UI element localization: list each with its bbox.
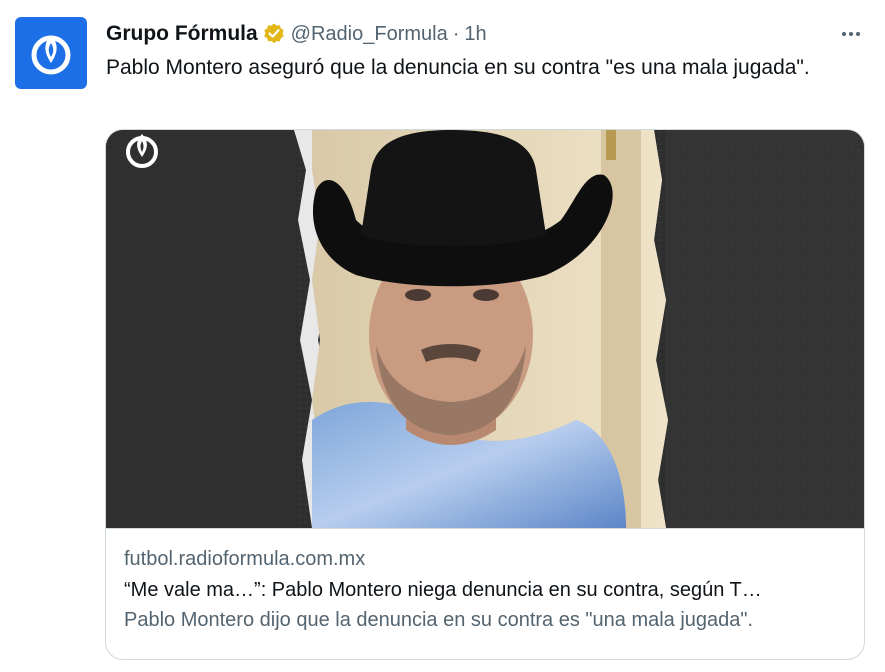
more-options-icon[interactable]	[836, 20, 866, 48]
more-dot	[849, 32, 853, 36]
author-name[interactable]: Grupo Fórmula	[106, 22, 258, 46]
card-description: Pablo Montero dijo que la denuncia en su…	[124, 609, 754, 631]
verified-badge-icon[interactable]	[262, 22, 286, 46]
tweet-header: Grupo Fórmula @Radio_Formula · 1h	[106, 20, 487, 48]
tweet-timestamp[interactable]: 1h	[464, 23, 486, 46]
tweet[interactable]: Grupo Fórmula @Radio_Formula · 1h Pablo …	[0, 0, 885, 672]
author-handle[interactable]: @Radio_Formula	[291, 23, 448, 46]
card-image[interactable]	[106, 130, 864, 528]
tweet-text: Pablo Montero aseguró que la denuncia en…	[106, 56, 810, 79]
separator-dot: ·	[452, 22, 460, 45]
more-dot	[842, 32, 846, 36]
link-card[interactable]: futbol.radioformula.com.mx “Me vale ma…”…	[105, 129, 865, 660]
card-domain: futbol.radioformula.com.mx	[124, 548, 366, 570]
grupo-formula-logo-icon	[31, 35, 71, 75]
card-title: “Me vale ma…”: Pablo Montero niega denun…	[124, 579, 762, 601]
more-dot	[856, 32, 860, 36]
card-info[interactable]: futbol.radioformula.com.mx “Me vale ma…”…	[106, 528, 864, 659]
photo-illustration	[106, 130, 864, 528]
avatar[interactable]	[15, 17, 87, 89]
